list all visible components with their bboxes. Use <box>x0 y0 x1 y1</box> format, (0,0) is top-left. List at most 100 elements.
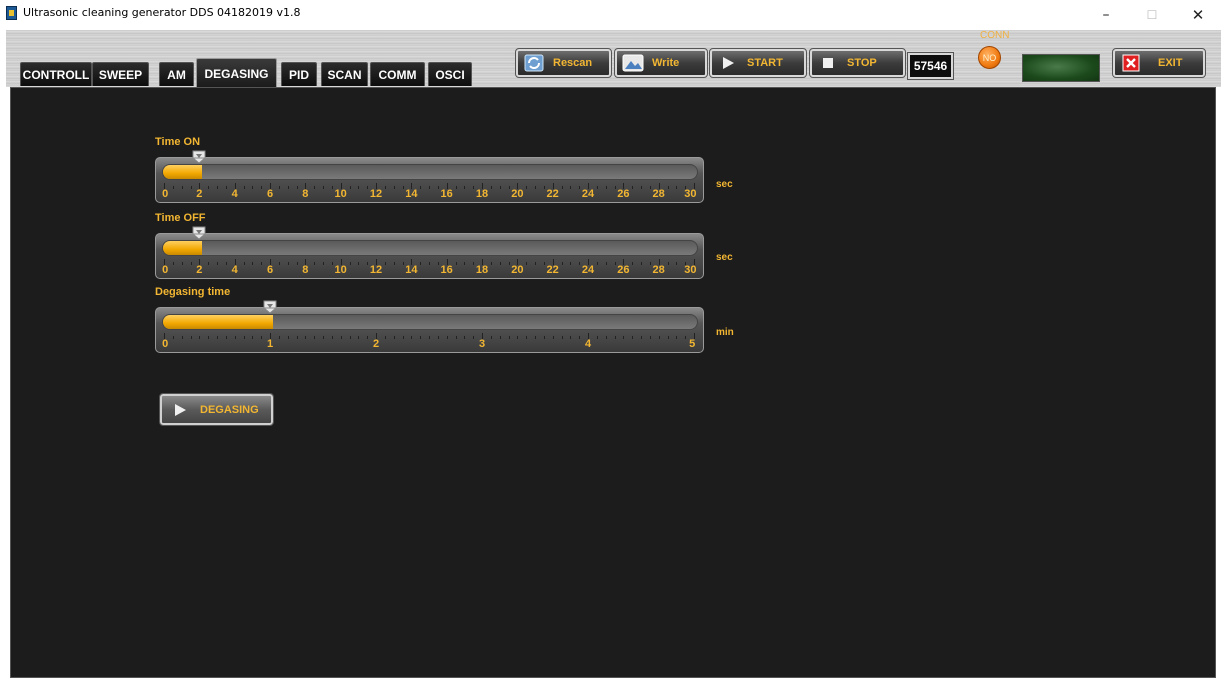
slider-tick-label: 28 <box>652 188 665 200</box>
slider-tick <box>261 336 263 339</box>
slider-tick <box>323 186 324 189</box>
slider-tick <box>287 336 289 339</box>
slider-tick-label: 3 <box>478 338 486 350</box>
degasing-time-label: Degasing time <box>155 286 231 298</box>
slider-tick <box>402 262 404 265</box>
slider-tick <box>464 186 466 189</box>
slider-tick <box>649 262 651 265</box>
slider-tick <box>225 336 227 339</box>
slider-tick <box>437 336 439 339</box>
window-title: Ultrasonic cleaning generator DDS 041820… <box>23 6 301 19</box>
slider-fill <box>163 165 203 179</box>
slider-tick <box>570 262 572 265</box>
app-icon <box>6 6 17 20</box>
slider-tick-label: 0 <box>162 338 169 350</box>
slider-tick <box>473 336 475 339</box>
time-on-label: Time ON <box>155 136 201 148</box>
slider-tick <box>420 186 422 189</box>
slider-tick-label: 4 <box>584 338 592 350</box>
slider-tick <box>561 262 563 265</box>
slider-tick-label: 28 <box>652 264 665 276</box>
slider-tick <box>384 262 386 265</box>
slider-tick-label: 30 <box>684 188 697 200</box>
slider-tick <box>296 262 298 265</box>
slider-tick <box>349 336 351 339</box>
tab-comm[interactable]: COMM <box>370 62 425 86</box>
slider-thumb[interactable] <box>262 300 278 314</box>
slider-tick <box>402 336 404 339</box>
tab-degasing[interactable]: DEGASING <box>196 58 277 88</box>
slider-tick <box>181 336 183 339</box>
slider-tick <box>217 186 218 189</box>
start-button[interactable]: START <box>709 48 807 78</box>
status-display <box>1022 54 1100 82</box>
play-icon <box>717 54 739 72</box>
degasing-button[interactable]: DEGASING <box>159 393 274 426</box>
slider-tick <box>667 336 669 339</box>
slider-tick <box>331 262 333 265</box>
slider-tick <box>367 336 369 339</box>
slider-tick <box>596 186 598 189</box>
slider-tick <box>499 186 501 189</box>
tab-controll[interactable]: CONTROLL <box>20 62 92 86</box>
slider-tick <box>349 262 351 265</box>
maximize-button[interactable]: ☐ <box>1129 0 1175 30</box>
slider-tick <box>641 336 642 339</box>
slider-tick <box>172 336 174 339</box>
slider-tick-label: 12 <box>369 264 383 276</box>
slider-tick <box>667 186 669 189</box>
tab-pid[interactable]: PID <box>281 62 317 86</box>
slider-tick <box>552 336 554 339</box>
tab-scan[interactable]: SCAN <box>321 62 368 86</box>
minimize-button[interactable]: – <box>1083 0 1129 30</box>
slider-tick <box>508 186 510 189</box>
slider-tick <box>208 186 210 189</box>
slider-tick-label: 10 <box>334 264 347 276</box>
degasing-time-slider[interactable]: 0 1 2 3 4 5 <box>155 300 704 353</box>
slider-tick <box>181 262 183 265</box>
slider-tick <box>446 336 448 339</box>
slider-tick <box>278 186 280 189</box>
slider-tick <box>464 336 466 339</box>
refresh-icon <box>523 54 545 72</box>
slider-tick <box>358 186 360 189</box>
time-on-slider[interactable]: 0 2 4 6 8 10 12 14 16 18 20 22 24 26 28 30 <box>155 150 704 203</box>
time-off-slider[interactable]: 0 2 4 6 8 10 12 14 16 18 20 22 24 26 28 30 <box>155 226 704 279</box>
slider-tick <box>437 262 439 265</box>
slider-tick <box>349 186 351 189</box>
slider-tick <box>393 186 395 189</box>
slider-tick <box>367 186 369 189</box>
slider-tick <box>402 186 404 189</box>
slider-tick <box>437 186 439 189</box>
write-button[interactable]: Write <box>614 48 708 78</box>
close-button[interactable]: ✕ <box>1175 0 1221 30</box>
slider-thumb[interactable] <box>191 226 207 240</box>
rescan-button[interactable]: Rescan <box>515 48 612 78</box>
slider-tick <box>358 336 360 339</box>
slider-tick-label: 26 <box>617 188 630 200</box>
stop-button[interactable]: STOP <box>809 48 906 78</box>
tab-am[interactable]: AM <box>159 62 194 86</box>
slider-tick <box>570 186 572 189</box>
slider-tick <box>420 262 422 265</box>
slider-tick <box>252 262 254 265</box>
slider-tick-label: 8 <box>302 264 309 276</box>
tab-osci[interactable]: OSCI <box>428 62 472 86</box>
slider-tick <box>499 262 501 265</box>
slider-tick <box>208 262 210 265</box>
slider-thumb[interactable] <box>191 150 207 164</box>
slider-tick-label: 14 <box>405 188 418 200</box>
slider-tick <box>473 262 475 265</box>
slider-tick <box>384 336 386 339</box>
slider-tick-label: 22 <box>546 264 559 276</box>
slider-tick <box>190 336 192 339</box>
slider-tick <box>190 186 192 189</box>
tab-sweep[interactable]: SWEEP <box>92 62 149 86</box>
slider-tick <box>614 336 616 339</box>
slider-tick <box>632 262 634 265</box>
slider-fill <box>163 241 203 255</box>
slider-tick-label: 2 <box>196 188 203 200</box>
exit-button[interactable]: EXIT <box>1112 48 1206 78</box>
slider-tick <box>225 262 227 265</box>
slider-tick <box>420 336 422 339</box>
